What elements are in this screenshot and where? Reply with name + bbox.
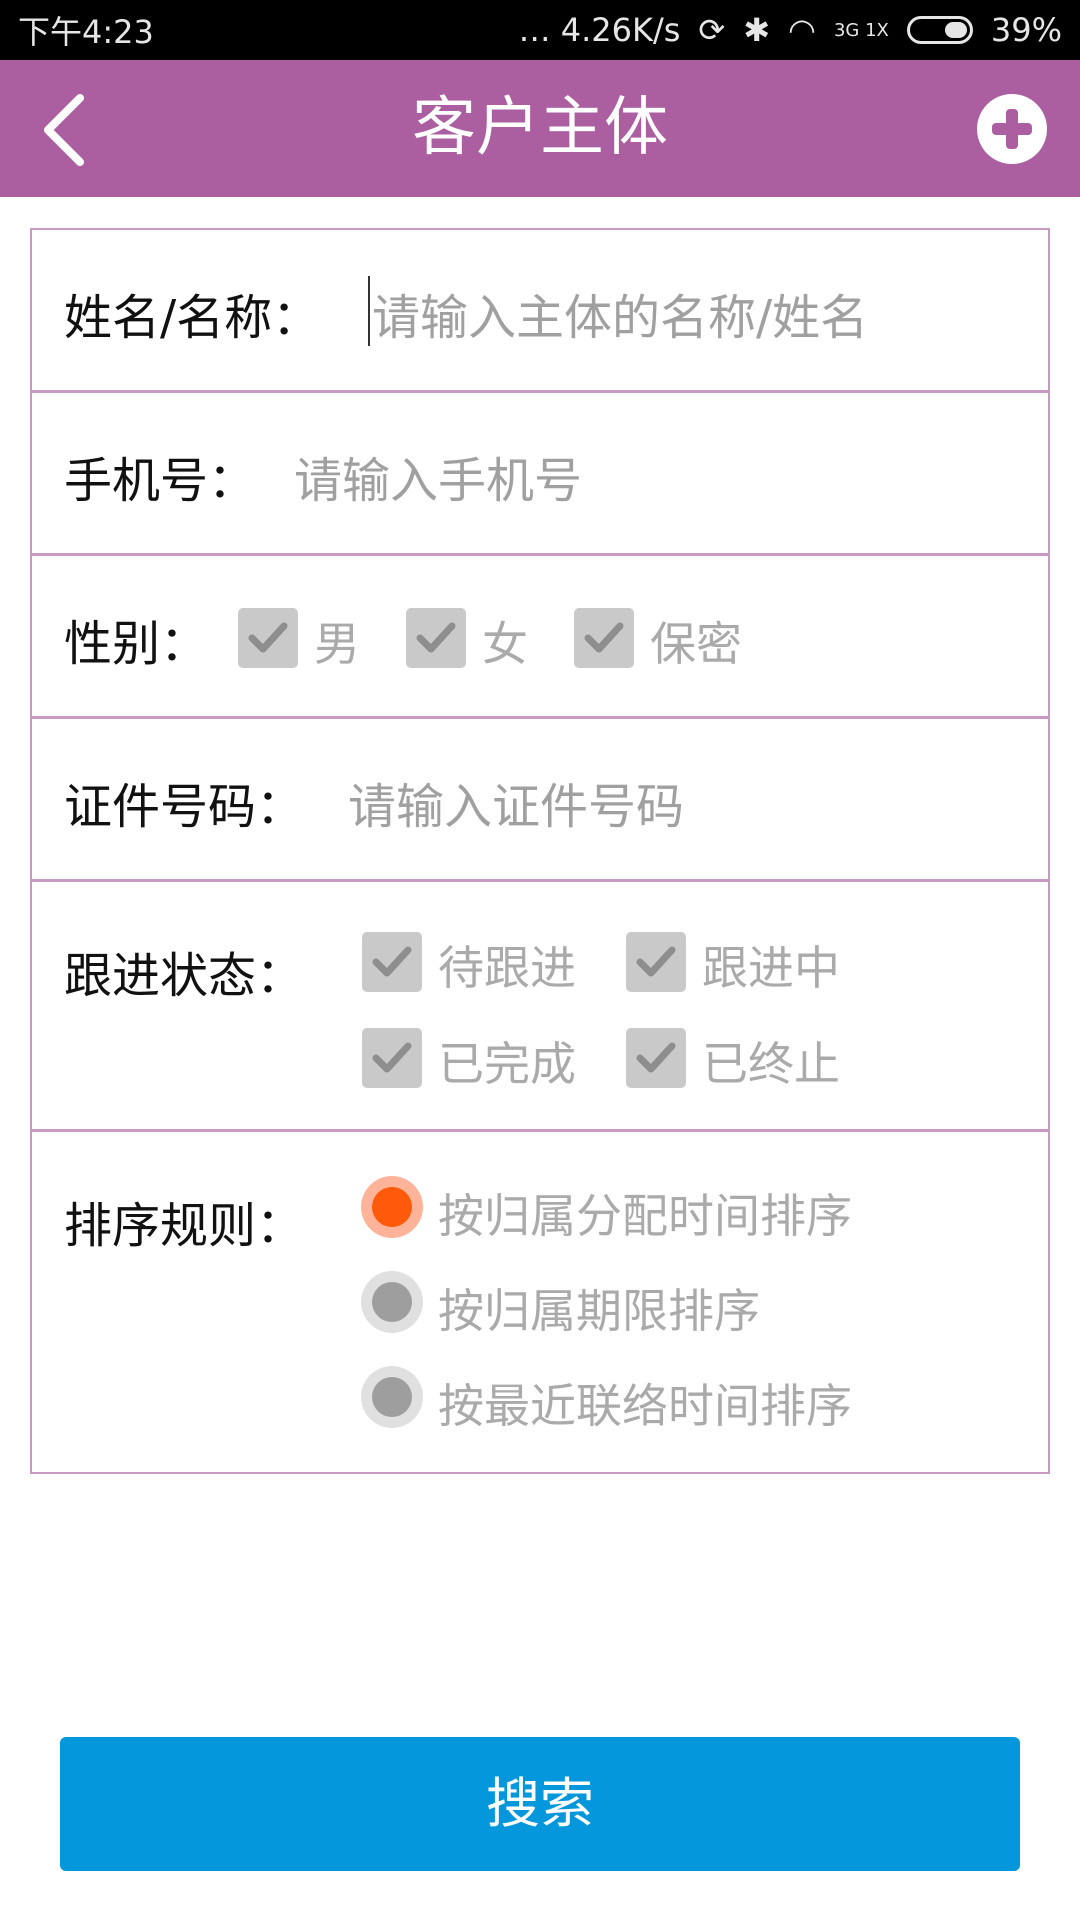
search-button[interactable]: 搜索 <box>60 1737 1020 1871</box>
sort-by-term-radio[interactable] <box>361 1271 423 1333</box>
network-speed: … 4.26K/s <box>518 11 681 49</box>
filter-form: 姓名/名称： 请输入主体的名称/姓名 手机号： 请输入手机号 性别： 男 女 保… <box>30 228 1050 1474</box>
status-terminated-checkbox[interactable] <box>626 1028 686 1088</box>
app-bar: 客户主体 <box>0 60 1080 197</box>
name-input[interactable]: 请输入主体的名称/姓名 <box>372 278 868 348</box>
phone-label: 手机号： <box>64 453 257 509</box>
checkmark-icon <box>372 1042 412 1073</box>
name-label: 姓名/名称： <box>64 290 321 346</box>
text-cursor <box>368 276 370 346</box>
wifi-icon: ◠ <box>788 11 816 49</box>
status-completed-label[interactable]: 已完成 <box>438 1028 576 1094</box>
id-number-row: 证件号码： 请输入证件号码 <box>32 719 1048 882</box>
back-button[interactable] <box>30 90 110 170</box>
sort-by-term-label[interactable]: 按归属期限排序 <box>438 1275 760 1341</box>
id-number-input[interactable]: 请输入证件号码 <box>348 767 684 837</box>
gender-male-checkbox[interactable] <box>238 608 298 668</box>
checkmark-icon <box>372 946 412 977</box>
sort-by-contact-time-radio[interactable] <box>361 1366 423 1428</box>
plus-circle-icon <box>977 94 1047 164</box>
gender-secret-label[interactable]: 保密 <box>650 608 742 674</box>
gender-male-label[interactable]: 男 <box>314 608 360 674</box>
battery-percent: 39% <box>990 11 1062 49</box>
sort-by-assign-time-label[interactable]: 按归属分配时间排序 <box>438 1180 852 1246</box>
bluetooth-icon: ✱ <box>743 11 771 49</box>
status-pending-label[interactable]: 待跟进 <box>438 932 576 998</box>
page-title: 客户主体 <box>412 91 668 165</box>
status-completed-checkbox[interactable] <box>362 1028 422 1088</box>
status-bar: 下午4:23 … 4.26K/s ⟳ ✱ ◠ 3G 1X 39% <box>0 0 1080 60</box>
name-row: 姓名/名称： 请输入主体的名称/姓名 <box>32 230 1048 393</box>
phone-input[interactable]: 请输入手机号 <box>294 441 582 511</box>
status-terminated-label[interactable]: 已终止 <box>702 1028 840 1094</box>
gender-female-checkbox[interactable] <box>406 608 466 668</box>
follow-status-row: 跟进状态： 待跟进 跟进中 已完成 已终止 <box>32 882 1048 1132</box>
sync-icon: ⟳ <box>698 11 726 49</box>
status-inprogress-checkbox[interactable] <box>626 932 686 992</box>
phone-row: 手机号： 请输入手机号 <box>32 393 1048 556</box>
gender-female-label[interactable]: 女 <box>482 608 528 674</box>
signal-icon: 3G 1X <box>833 19 889 41</box>
status-indicators: … 4.26K/s ⟳ ✱ ◠ 3G 1X 39% <box>519 11 1062 49</box>
gender-row: 性别： 男 女 保密 <box>32 556 1048 719</box>
status-time: 下午4:23 <box>18 13 154 51</box>
checkmark-icon <box>248 622 288 653</box>
add-button[interactable] <box>976 93 1048 165</box>
status-pending-checkbox[interactable] <box>362 932 422 992</box>
sort-rule-label: 排序规则： <box>64 1198 305 1254</box>
sort-rule-row: 排序规则： 按归属分配时间排序 按归属期限排序 按最近联络时间排序 <box>32 1132 1048 1472</box>
gender-label: 性别： <box>64 616 209 672</box>
follow-status-label: 跟进状态： <box>64 948 305 1004</box>
checkmark-icon <box>636 946 676 977</box>
checkmark-icon <box>416 622 456 653</box>
sort-by-contact-time-label[interactable]: 按最近联络时间排序 <box>438 1370 852 1436</box>
status-inprogress-label[interactable]: 跟进中 <box>702 932 840 998</box>
back-arrow-icon <box>44 94 84 166</box>
checkmark-icon <box>584 622 624 653</box>
id-number-label: 证件号码： <box>64 779 305 835</box>
battery-icon <box>906 16 973 44</box>
sort-by-assign-time-radio[interactable] <box>361 1176 423 1238</box>
gender-secret-checkbox[interactable] <box>574 608 634 668</box>
checkmark-icon <box>636 1042 676 1073</box>
